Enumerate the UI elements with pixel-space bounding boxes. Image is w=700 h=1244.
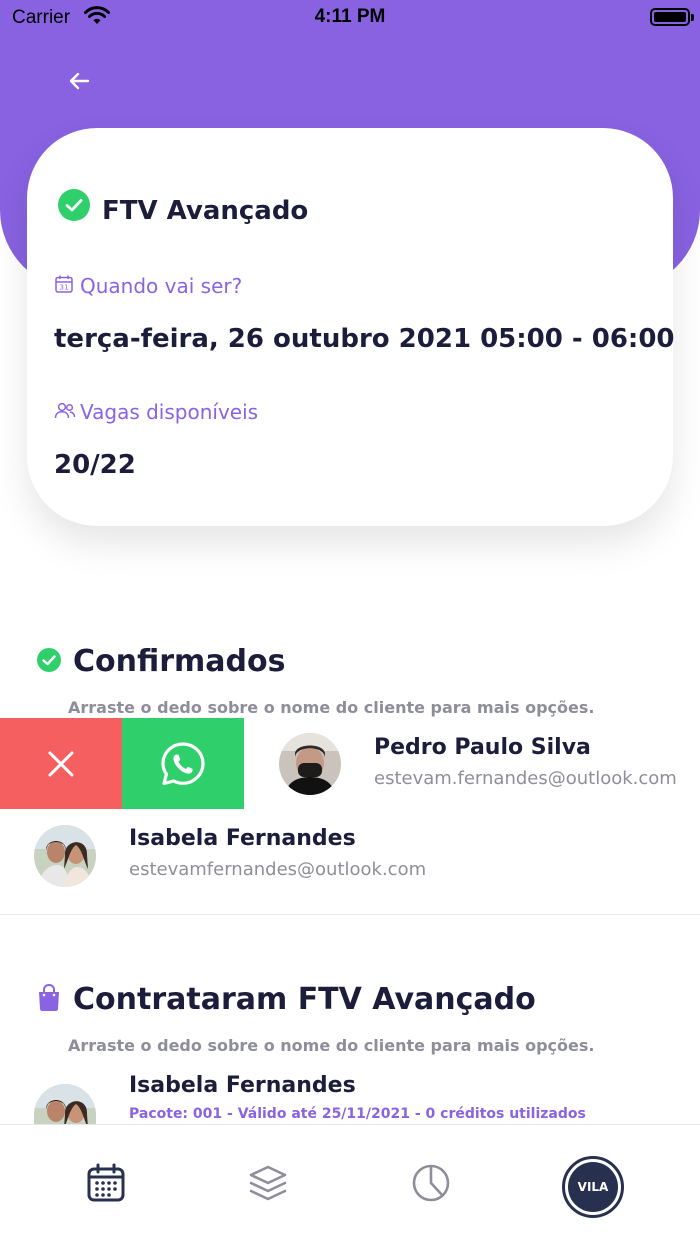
client-email: estevam.fernandes@outlook.com bbox=[374, 768, 677, 789]
layers-icon bbox=[249, 1165, 287, 1201]
tab-profile[interactable]: VILA bbox=[533, 1125, 653, 1244]
pie-chart-icon bbox=[412, 1164, 450, 1202]
check-circle-icon bbox=[36, 647, 62, 677]
remove-client-button[interactable] bbox=[0, 718, 122, 809]
whatsapp-icon bbox=[161, 741, 205, 785]
contracted-hint: Arraste o dedo sobre o nome do cliente p… bbox=[68, 1036, 595, 1055]
arrow-left-icon bbox=[69, 72, 90, 90]
tab-bar: VILA bbox=[0, 1124, 700, 1244]
avatar bbox=[34, 1084, 96, 1124]
status-time: 4:11 PM bbox=[314, 6, 386, 27]
club-logo-text: VILA bbox=[568, 1162, 618, 1212]
check-circle-icon bbox=[57, 188, 91, 226]
slots-label: Vagas disponíveis bbox=[80, 400, 259, 424]
club-logo: VILA bbox=[562, 1156, 624, 1218]
confirmed-hint: Arraste o dedo sobre o nome do cliente p… bbox=[68, 698, 595, 717]
when-value: terça-feira, 26 outubro 2021 05:00 - 06:… bbox=[54, 324, 675, 354]
class-info-card: FTV Avançado 31 Quando vai ser? terça-fe… bbox=[27, 128, 675, 526]
slots-value: 20/22 bbox=[54, 450, 136, 480]
whatsapp-button[interactable] bbox=[122, 718, 244, 809]
contracted-section-title: Contrataram FTV Avançado bbox=[73, 982, 536, 1017]
close-icon bbox=[48, 751, 74, 776]
client-name[interactable]: Isabela Fernandes bbox=[129, 826, 356, 851]
when-label: Quando vai ser? bbox=[80, 274, 243, 298]
confirmed-section-title: Confirmados bbox=[73, 644, 286, 679]
status-bar: Carrier 4:11 PM bbox=[0, 0, 700, 38]
avatar bbox=[279, 733, 341, 795]
client-package: Pacote: 001 - Válido até 25/11/2021 - 0 … bbox=[129, 1106, 586, 1122]
svg-text:31: 31 bbox=[60, 284, 69, 292]
calendar-icon bbox=[87, 1163, 125, 1202]
avatar bbox=[34, 825, 96, 887]
shopping-bag-icon bbox=[36, 983, 62, 1016]
client-name[interactable]: Isabela Fernandes bbox=[129, 1073, 356, 1098]
calendar-small-icon: 31 bbox=[54, 274, 74, 298]
tab-reports[interactable] bbox=[371, 1125, 491, 1244]
battery-icon bbox=[650, 8, 694, 26]
client-email: estevamfernandes@outlook.com bbox=[129, 859, 427, 880]
tab-layers[interactable] bbox=[208, 1125, 328, 1244]
class-title: FTV Avançado bbox=[102, 196, 309, 226]
section-divider bbox=[0, 914, 700, 915]
tab-calendar[interactable] bbox=[46, 1125, 166, 1244]
back-button[interactable] bbox=[60, 62, 98, 100]
users-icon bbox=[54, 402, 76, 424]
client-name[interactable]: Pedro Paulo Silva bbox=[374, 735, 591, 760]
